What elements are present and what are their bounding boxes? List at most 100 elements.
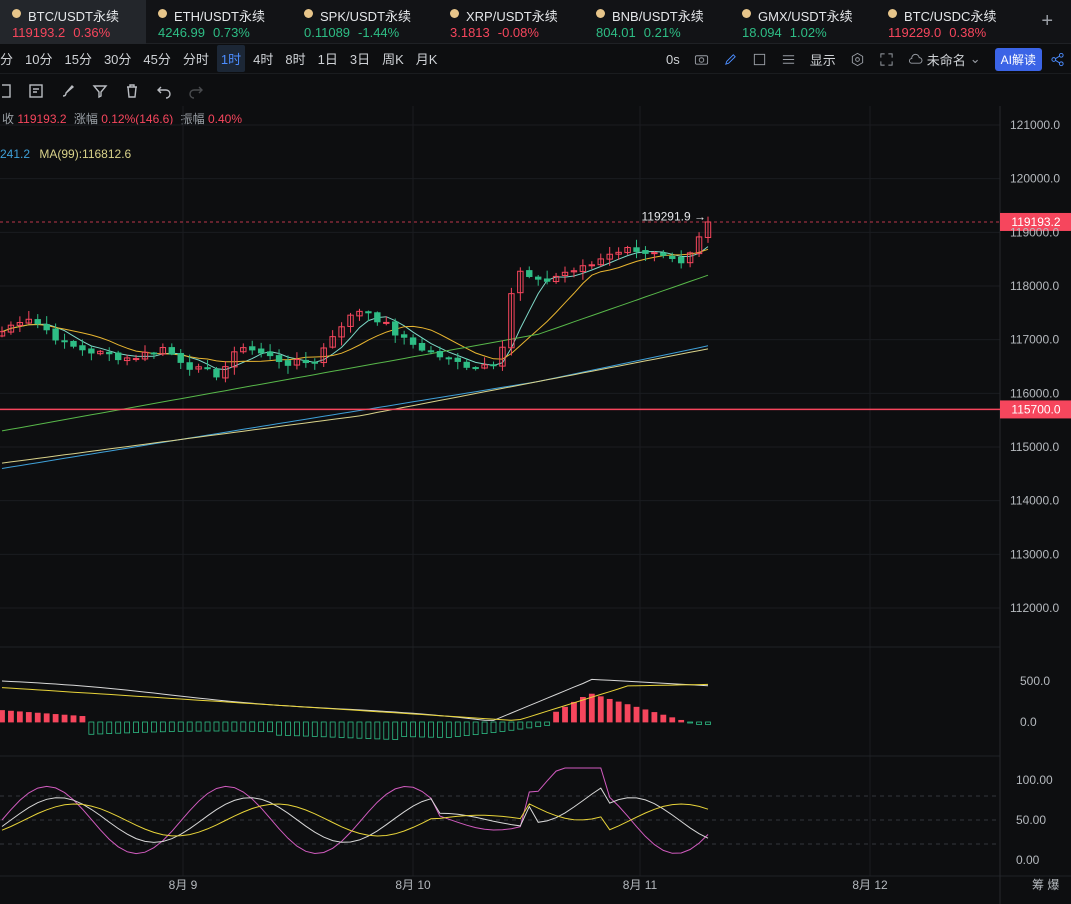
interval-list: 分 10分 15分 30分 45分 分时 1时 4时 8时 1日 3日 周K 月K [0,45,445,72]
symbol-tab[interactable]: SPK/USDT永续 0.11089 -1.44% [292,0,438,44]
candle [302,352,310,368]
macd-bar [240,721,247,732]
macd-bar [320,721,327,738]
macd-bar [97,721,104,735]
macd-bar [186,721,193,732]
filter-icon[interactable] [84,76,116,106]
tab-price-value: 119229.0 [888,25,942,40]
candle [106,347,113,362]
macd-bar [705,721,711,725]
macd-bar [678,719,685,723]
indicator-icon[interactable] [781,52,796,67]
interval-option[interactable]: 8时 [281,45,309,72]
interval-option[interactable]: 3日 [346,45,374,72]
toolbar-right: 0s 显示 未命名 ⌄ AI解读 [666,44,1071,74]
grid-lines [0,106,1000,876]
candle-body [374,312,381,323]
symbol-tab[interactable]: XRP/USDT永续 3.1813 -0.08% [438,0,584,44]
candle [374,311,381,326]
symbol-tab[interactable]: BNB/USDT永续 804.01 0.21% [584,0,730,44]
settings-square-icon[interactable] [752,52,767,67]
interval-option[interactable]: 分时 [179,45,213,72]
candle-body [106,351,113,355]
macd-bar [168,721,175,732]
symbol-tab[interactable]: ETH/USDT永续 4246.99 0.73% [146,0,292,44]
interval-option[interactable]: 月K [412,45,442,72]
price-tick-label: 114000.0 [1010,494,1059,508]
interval-option[interactable]: 30分 [100,45,135,72]
layout-dropdown[interactable]: 未命名 ⌄ [908,50,981,69]
macd-bar [436,721,443,738]
kdj-tick-label: 50.00 [1016,813,1046,827]
macd-bar [8,710,14,723]
candle [445,356,453,365]
macd-bar [302,721,309,737]
candle-body [150,352,158,355]
candle [16,316,24,333]
price-tick-label: 113000.0 [1010,547,1059,561]
macd-bar [687,721,694,724]
candle [240,343,247,354]
symbol-tab[interactable]: GMX/USDT永续 18.094 1.02% [730,0,876,44]
candle [195,363,202,373]
candle-body [445,357,453,360]
interval-option[interactable]: 周K [378,45,408,72]
coin-icon [12,9,21,18]
macd-bar [294,721,300,737]
interval-option[interactable]: 分 [0,45,17,72]
candle-body [213,368,220,378]
share-icon[interactable] [1050,52,1065,67]
add-tab-button[interactable]: + [1041,10,1053,33]
candle [347,312,354,333]
interval-option[interactable]: 1时 [216,45,246,72]
candle [43,316,50,335]
tab-price: 4246.99 0.73% [158,25,250,40]
interval-option[interactable]: 10分 [21,45,56,72]
fullscreen-icon[interactable] [879,52,894,67]
redo-icon[interactable] [180,76,212,106]
candle [472,366,479,371]
tab-change: -0.08% [497,25,539,40]
macd-bar [365,721,372,739]
layout-name: 未命名 [926,52,966,68]
tab-price-value: 3.1813 [450,25,490,40]
macd-bar [195,721,202,732]
tab-symbol: BNB/USDT永续 [612,9,704,24]
symbol-tab[interactable]: BTC/USDC永续 119229.0 0.38% [876,0,1022,44]
coin-icon [304,9,313,18]
gear-icon[interactable] [850,52,865,67]
ai-interpret-button[interactable]: AI解读 [994,47,1042,71]
candle-body [311,361,318,364]
candle [320,343,327,367]
candlestick-chart[interactable]: 119193.2115700.0119291.9 →121000.0120000… [0,106,1071,904]
high-price-marker: 119291.9 → [642,210,707,224]
macd-bar [579,697,586,723]
display-button[interactable]: 显示 [810,50,836,69]
interval-option[interactable]: 15分 [60,45,95,72]
trash-icon[interactable] [116,76,148,106]
candle [25,311,33,325]
brush-icon[interactable] [52,76,84,106]
interval-option[interactable]: 1日 [314,45,342,72]
candle-body [61,340,68,343]
interval-option[interactable]: 4时 [249,45,277,72]
candle [70,340,77,349]
macd-bar [329,721,336,738]
undo-icon[interactable] [148,76,180,106]
macd-bar [588,693,595,723]
tab-price: 804.01 0.21% [596,25,681,40]
candle-body [651,252,658,255]
edit-note-icon[interactable] [20,76,52,106]
camera-icon[interactable] [694,52,709,67]
macd-bar [115,721,122,734]
macd-bar [374,721,381,740]
add-object-icon[interactable] [0,76,20,106]
tab-price: 119229.0 0.38% [888,25,986,40]
candle-body [383,321,390,324]
tab-symbol: BTC/USDT永续 [28,9,120,24]
interval-option[interactable]: 45分 [139,45,174,72]
pen-icon[interactable] [723,52,738,67]
macd-bar [79,716,86,723]
macd-bar [508,721,515,731]
symbol-tab[interactable]: BTC/USDT永续 119193.2 0.36% [0,0,146,44]
